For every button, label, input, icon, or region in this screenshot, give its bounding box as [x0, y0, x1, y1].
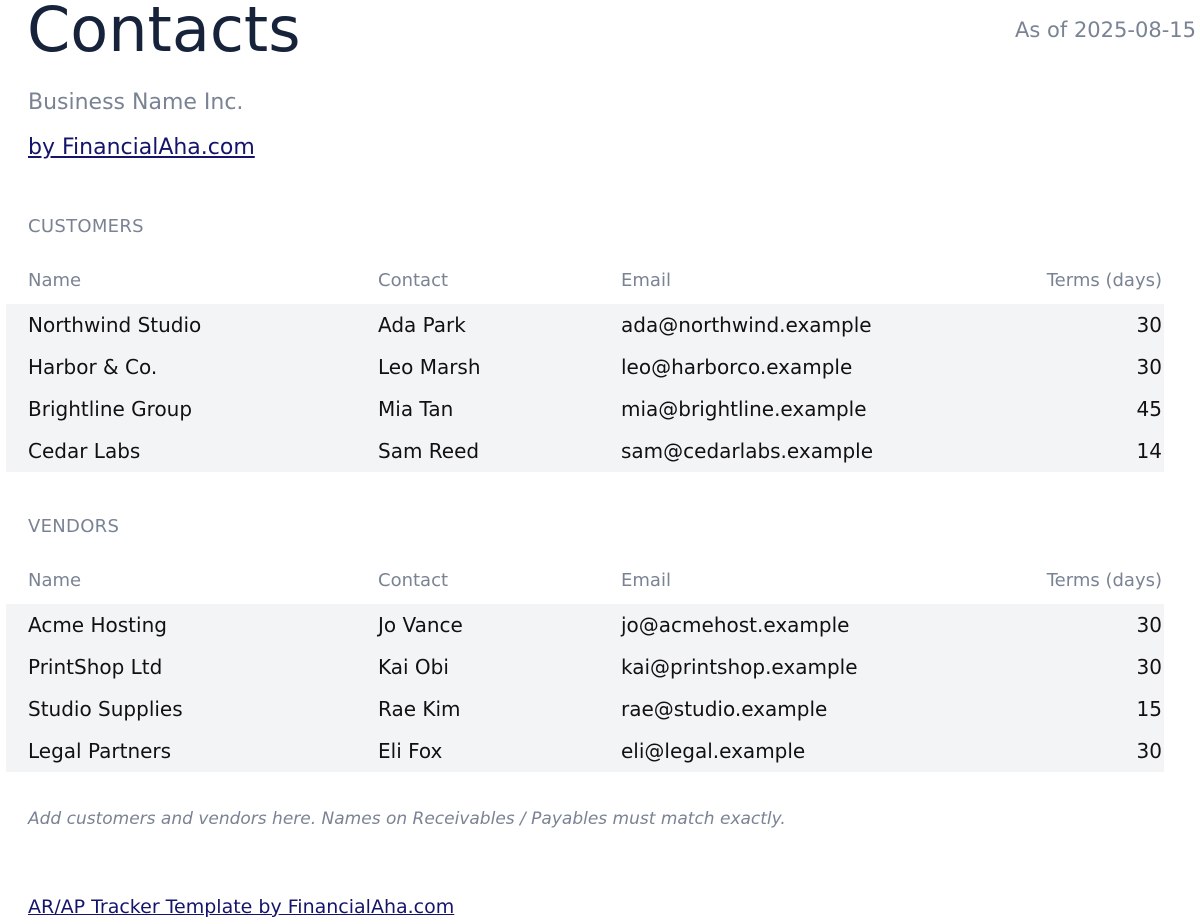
vendor-contact: Jo Vance — [378, 613, 463, 637]
customer-name: Cedar Labs — [28, 439, 141, 463]
customers-table-header: Name Contact Email Terms (days) — [6, 264, 1164, 304]
customer-email: leo@harborco.example — [621, 355, 853, 379]
table-row: Legal Partners Eli Fox eli@legal.example… — [6, 730, 1164, 772]
customer-contact: Leo Marsh — [378, 355, 481, 379]
customers-section-label: CUSTOMERS — [28, 216, 144, 237]
column-header-email: Email — [621, 270, 671, 291]
customer-terms: 30 — [1136, 313, 1162, 337]
vendor-terms: 15 — [1136, 697, 1162, 721]
vendor-email: eli@legal.example — [621, 739, 806, 763]
vendor-name: PrintShop Ltd — [28, 655, 163, 679]
byline-link[interactable]: by FinancialAha.com — [28, 134, 255, 162]
vendors-table: Name Contact Email Terms (days) Acme Hos… — [6, 564, 1164, 772]
vendor-name: Acme Hosting — [28, 613, 167, 637]
customer-terms: 30 — [1136, 355, 1162, 379]
customer-contact: Ada Park — [378, 313, 466, 337]
vendor-contact: Kai Obi — [378, 655, 449, 679]
customer-name: Harbor & Co. — [28, 355, 158, 379]
vendor-terms: 30 — [1136, 613, 1162, 637]
table-row: Northwind Studio Ada Park ada@northwind.… — [6, 304, 1164, 346]
table-row: Harbor & Co. Leo Marsh leo@harborco.exam… — [6, 346, 1164, 388]
column-header-terms: Terms (days) — [1046, 270, 1162, 291]
column-header-email: Email — [621, 570, 671, 591]
vendor-contact: Eli Fox — [378, 739, 443, 763]
as-of-date: As of 2025-08-15 — [1015, 18, 1196, 42]
vendors-table-header: Name Contact Email Terms (days) — [6, 564, 1164, 604]
customer-terms: 14 — [1136, 439, 1162, 463]
table-row: PrintShop Ltd Kai Obi kai@printshop.exam… — [6, 646, 1164, 688]
instruction-note: Add customers and vendors here. Names on… — [28, 809, 786, 829]
vendor-name: Studio Supplies — [28, 697, 183, 721]
vendor-name: Legal Partners — [28, 739, 172, 763]
column-header-contact: Contact — [378, 570, 449, 591]
table-row: Studio Supplies Rae Kim rae@studio.examp… — [6, 688, 1164, 730]
vendor-contact: Rae Kim — [378, 697, 461, 721]
column-header-name: Name — [28, 570, 82, 591]
vendors-table-body: Acme Hosting Jo Vance jo@acmehost.exampl… — [6, 604, 1164, 772]
column-header-contact: Contact — [378, 270, 449, 291]
customer-email: sam@cedarlabs.example — [621, 439, 874, 463]
footer-link[interactable]: AR/AP Tracker Template by FinancialAha.c… — [28, 895, 454, 919]
customer-contact: Sam Reed — [378, 439, 480, 463]
column-header-terms: Terms (days) — [1046, 570, 1162, 591]
table-row: Brightline Group Mia Tan mia@brightline.… — [6, 388, 1164, 430]
business-name: Business Name Inc. — [28, 90, 244, 115]
customer-contact: Mia Tan — [378, 397, 454, 421]
customer-name: Northwind Studio — [28, 313, 202, 337]
vendor-email: jo@acmehost.example — [621, 613, 850, 637]
column-header-name: Name — [28, 270, 82, 291]
vendors-section-label: VENDORS — [28, 516, 120, 537]
table-row: Acme Hosting Jo Vance jo@acmehost.exampl… — [6, 604, 1164, 646]
customer-terms: 45 — [1136, 397, 1162, 421]
page-title: Contacts — [27, 0, 301, 66]
vendor-email: kai@printshop.example — [621, 655, 858, 679]
customers-table: Name Contact Email Terms (days) Northwin… — [6, 264, 1164, 472]
vendor-terms: 30 — [1136, 739, 1162, 763]
customer-name: Brightline Group — [28, 397, 193, 421]
vendor-email: rae@studio.example — [621, 697, 828, 721]
table-row: Cedar Labs Sam Reed sam@cedarlabs.exampl… — [6, 430, 1164, 472]
customer-email: ada@northwind.example — [621, 313, 872, 337]
vendor-terms: 30 — [1136, 655, 1162, 679]
customer-email: mia@brightline.example — [621, 397, 867, 421]
customers-table-body: Northwind Studio Ada Park ada@northwind.… — [6, 304, 1164, 472]
